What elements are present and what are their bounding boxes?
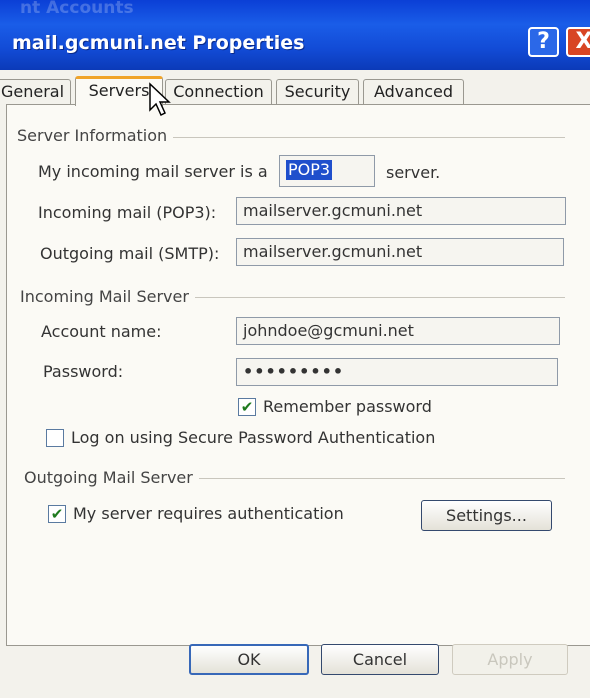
spa-checkbox[interactable]: [46, 429, 64, 447]
tab-connection[interactable]: Connection: [165, 79, 272, 104]
outgoing-mail-server-heading: Outgoing Mail Server: [24, 468, 199, 487]
account-name-label: Account name:: [41, 322, 162, 341]
server-type-select[interactable]: POP3: [279, 155, 375, 187]
background-window-title: nt Accounts: [20, 0, 134, 18]
incoming-server-label: Incoming mail (POP3):: [38, 203, 217, 222]
server-information-heading: Server Information: [17, 126, 174, 145]
requires-authentication-checkbox[interactable]: ✔: [48, 505, 66, 523]
tab-strip: General Servers Connection Security Adva…: [0, 76, 590, 106]
mouse-cursor-icon: [149, 82, 171, 117]
dialog-title: mail.gcmuni.net Properties: [12, 32, 305, 54]
server-type-label: My incoming mail server is a: [38, 162, 268, 181]
outgoing-server-label: Outgoing mail (SMTP):: [40, 244, 220, 263]
settings-button[interactable]: Settings...: [421, 500, 552, 531]
account-name-input[interactable]: johndoe@gcmuni.net: [236, 317, 560, 345]
server-type-value: POP3: [286, 160, 333, 180]
server-type-suffix: server.: [386, 163, 441, 182]
properties-dialog: nt Accounts mail.gcmuni.net Properties ?…: [0, 0, 590, 698]
tab-advanced[interactable]: Advanced: [363, 79, 464, 104]
close-button[interactable]: X: [566, 27, 590, 57]
tab-general[interactable]: General: [0, 79, 71, 104]
tab-security[interactable]: Security: [276, 79, 359, 104]
cancel-button[interactable]: Cancel: [321, 644, 439, 675]
remember-password-checkbox[interactable]: ✔: [238, 398, 256, 416]
incoming-mail-server-heading: Incoming Mail Server: [20, 287, 195, 306]
password-label: Password:: [43, 362, 124, 381]
incoming-server-input[interactable]: mailserver.gcmuni.net: [236, 197, 566, 225]
remember-password-label: Remember password: [263, 397, 432, 416]
apply-button[interactable]: Apply: [452, 644, 568, 675]
spa-label: Log on using Secure Password Authenticat…: [71, 428, 436, 447]
outgoing-server-input[interactable]: mailserver.gcmuni.net: [236, 238, 564, 266]
ok-button[interactable]: OK: [189, 644, 309, 675]
requires-authentication-label: My server requires authentication: [73, 504, 344, 523]
help-button[interactable]: ?: [528, 27, 559, 57]
password-input[interactable]: •••••••••: [236, 358, 558, 386]
title-bar[interactable]: nt Accounts mail.gcmuni.net Properties ?…: [0, 0, 590, 70]
